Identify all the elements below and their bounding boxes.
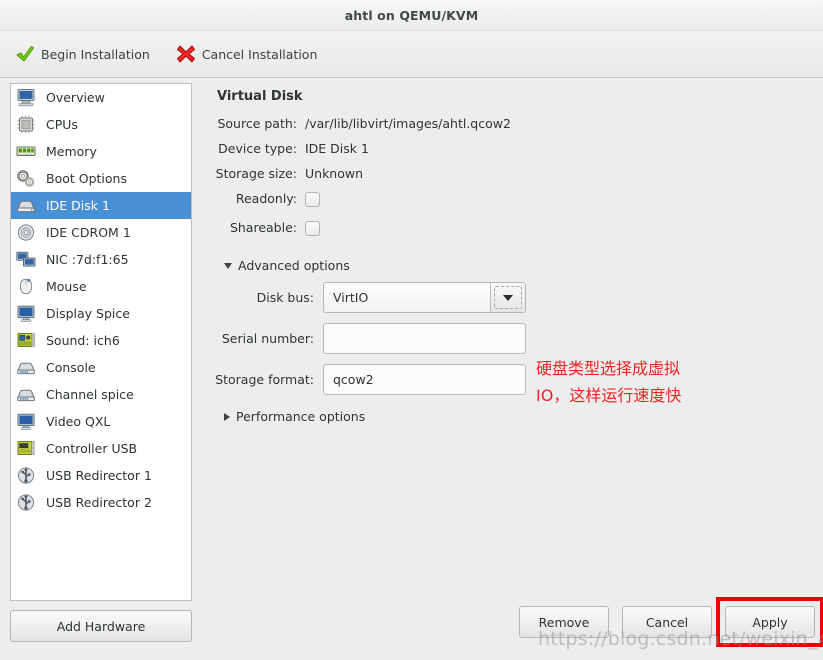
source-path-value: /var/lib/libvirt/images/ahtl.qcow2 xyxy=(305,116,511,131)
disk-bus-select[interactable]: VirtIO xyxy=(323,282,526,313)
video-icon xyxy=(16,412,38,432)
disk-properties: Source path: /var/lib/libvirt/images/aht… xyxy=(205,114,817,242)
readonly-checkbox-cell xyxy=(305,189,817,213)
red-x-icon xyxy=(176,44,196,64)
cdrom-icon xyxy=(16,223,38,243)
device-type-value: IDE Disk 1 xyxy=(305,141,369,156)
sidebar-item-video-qxl[interactable]: Video QXL xyxy=(11,408,191,435)
toolbar: Begin Installation Cancel Installation xyxy=(0,31,823,78)
sidebar-item-overview[interactable]: Overview xyxy=(11,84,191,111)
storage-format-input[interactable]: qcow2 xyxy=(323,364,526,395)
red-annotation-line1: 硬盘类型选择成虚拟 xyxy=(536,359,681,378)
readonly-checkbox[interactable] xyxy=(305,192,320,207)
hardware-list-panel[interactable]: Overview CPUs Memory Boot Options IDE Disk 1… xyxy=(10,83,192,601)
sound-card-icon xyxy=(16,331,38,351)
shareable-checkbox-cell xyxy=(305,218,817,242)
triangle-right-icon xyxy=(224,412,230,421)
sidebar-item-controller-usb[interactable]: Controller USB xyxy=(11,435,191,462)
begin-installation-button[interactable]: Begin Installation xyxy=(13,42,152,66)
advanced-options-fields: Disk bus: VirtIO Serial number: Storage … xyxy=(205,282,817,395)
sidebar-item-ide-disk-1[interactable]: IDE Disk 1 xyxy=(11,192,191,219)
begin-installation-label: Begin Installation xyxy=(41,46,150,62)
usb-icon xyxy=(16,493,38,513)
memory-module-icon xyxy=(16,142,38,162)
harddisk-icon xyxy=(16,196,38,216)
red-annotation-line2: IO，这样运行速度快 xyxy=(536,386,682,405)
sidebar-item-label: USB Redirector 2 xyxy=(46,495,152,510)
controller-card-icon xyxy=(16,439,38,459)
page-title: Virtual Disk xyxy=(217,89,303,104)
window-titlebar: ahtl on QEMU/KVM xyxy=(0,0,823,31)
sidebar-item-label: CPUs xyxy=(46,117,78,132)
sidebar-item-label: Video QXL xyxy=(46,414,111,429)
advanced-options-toggle[interactable]: Advanced options xyxy=(224,258,817,273)
sidebar-item-console[interactable]: Console xyxy=(11,354,191,381)
sidebar-item-label: Channel spice xyxy=(46,387,134,402)
channel-icon xyxy=(16,385,38,405)
sidebar-item-usb-redirector-1[interactable]: USB Redirector 1 xyxy=(11,462,191,489)
sidebar-item-boot-options[interactable]: Boot Options xyxy=(11,165,191,192)
storage-size-label: Storage size: xyxy=(215,166,297,181)
sidebar-item-label: Sound: ich6 xyxy=(46,333,120,348)
triangle-down-icon xyxy=(224,262,232,269)
shareable-checkbox[interactable] xyxy=(305,221,320,236)
mouse-icon xyxy=(16,277,38,297)
add-hardware-button[interactable]: Add Hardware xyxy=(10,610,192,642)
sidebar-item-channel-spice[interactable]: Channel spice xyxy=(11,381,191,408)
sidebar-item-sound-ich6[interactable]: Sound: ich6 xyxy=(11,327,191,354)
sidebar-item-mouse[interactable]: Mouse xyxy=(11,273,191,300)
disk-bus-value: VirtIO xyxy=(324,283,490,312)
sidebar-item-label: Display Spice xyxy=(46,306,130,321)
sidebar-item-label: IDE CDROM 1 xyxy=(46,225,131,240)
advanced-options-label: Advanced options xyxy=(238,258,350,273)
disk-bus-label: Disk bus: xyxy=(256,290,314,305)
sidebar-item-display-spice[interactable]: Display Spice xyxy=(11,300,191,327)
cancel-installation-label: Cancel Installation xyxy=(201,46,318,62)
sidebar-item-label: NIC :7d:f1:65 xyxy=(46,252,129,267)
storage-size-value: Unknown xyxy=(305,166,364,181)
network-icon xyxy=(16,250,38,270)
virtual-disk-panel: Virtual Disk Source path: /var/lib/libvi… xyxy=(205,83,817,603)
performance-options-toggle[interactable]: Performance options xyxy=(224,409,817,424)
sidebar-item-label: Overview xyxy=(46,90,105,105)
sidebar-item-label: Console xyxy=(46,360,96,375)
gears-icon xyxy=(16,169,38,189)
watermark-text: https://blog.csdn.net/weixin_42278523 xyxy=(538,628,823,650)
source-path-label: Source path: xyxy=(217,116,297,131)
window-body: Overview CPUs Memory Boot Options IDE Disk 1… xyxy=(0,78,823,660)
sidebar-item-label: Mouse xyxy=(46,279,87,294)
sidebar-item-label: Memory xyxy=(46,144,97,159)
display-icon xyxy=(16,304,38,324)
serial-number-label: Serial number: xyxy=(221,331,314,346)
sidebar-item-label: IDE Disk 1 xyxy=(46,198,110,213)
sidebar-item-memory[interactable]: Memory xyxy=(11,138,191,165)
shareable-label: Shareable: xyxy=(229,220,297,235)
readonly-label: Readonly: xyxy=(235,191,297,206)
storage-format-label: Storage format: xyxy=(215,372,314,387)
disk-bus-cell: VirtIO xyxy=(323,282,817,313)
console-icon xyxy=(16,358,38,378)
cancel-installation-button[interactable]: Cancel Installation xyxy=(174,42,320,66)
sidebar-item-usb-redirector-2[interactable]: USB Redirector 2 xyxy=(11,489,191,516)
performance-options-label: Performance options xyxy=(236,409,366,424)
serial-number-input[interactable] xyxy=(323,323,526,354)
hardware-list: Overview CPUs Memory Boot Options IDE Disk 1… xyxy=(11,84,191,516)
serial-number-cell xyxy=(323,323,817,354)
device-type-label: Device type: xyxy=(218,141,297,156)
disk-bus-dropdown-button[interactable] xyxy=(490,283,525,312)
red-annotation: 硬盘类型选择成虚拟 IO，这样运行速度快 xyxy=(536,355,681,409)
chevron-down-icon xyxy=(503,294,513,301)
sidebar-item-ide-cdrom-1[interactable]: IDE CDROM 1 xyxy=(11,219,191,246)
computer-icon xyxy=(16,88,38,108)
sidebar-item-label: Controller USB xyxy=(46,441,138,456)
usb-icon xyxy=(16,466,38,486)
sidebar-item-label: Boot Options xyxy=(46,171,127,186)
sidebar-item-nic-7d-f1-65[interactable]: NIC :7d:f1:65 xyxy=(11,246,191,273)
window-title: ahtl on QEMU/KVM xyxy=(344,7,479,23)
cpu-chip-icon xyxy=(16,115,38,135)
check-mark-icon xyxy=(15,44,35,64)
virt-manager-window: ahtl on QEMU/KVM Begin Installation Canc… xyxy=(0,0,823,660)
sidebar-item-label: USB Redirector 1 xyxy=(46,468,152,483)
sidebar-item-cpus[interactable]: CPUs xyxy=(11,111,191,138)
